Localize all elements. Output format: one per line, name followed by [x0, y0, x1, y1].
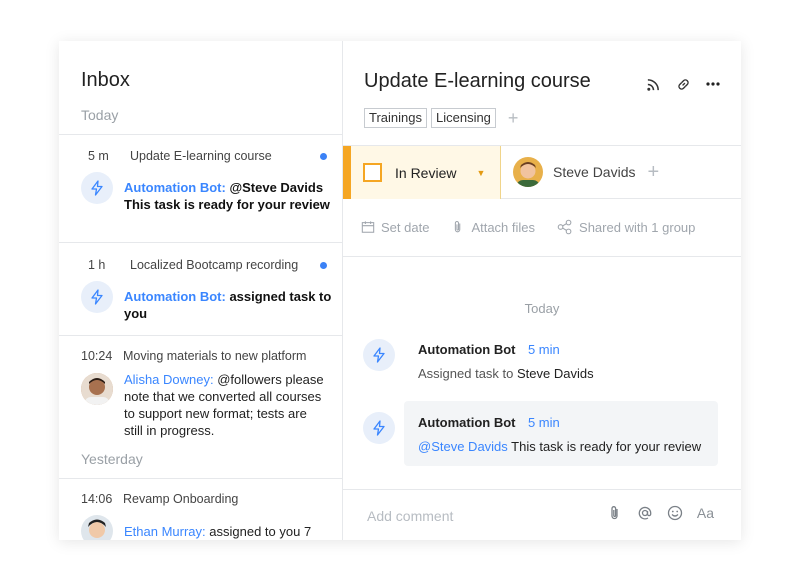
inbox-title: Inbox: [81, 69, 130, 91]
divider: [59, 134, 342, 135]
divider: [343, 256, 741, 257]
avatar: [81, 515, 113, 540]
item-meta: 1 h Localized Bootcamp recording: [88, 258, 298, 272]
activity-item: Automation Bot 5 min Assigned task to St…: [418, 341, 594, 381]
more-icon[interactable]: [705, 76, 721, 92]
activity-text-prefix: Assigned task to: [418, 366, 514, 381]
link-icon[interactable]: [675, 76, 691, 92]
item-body: assigned to you 7: [209, 524, 312, 539]
task-title: Update E-learning course: [364, 70, 591, 92]
divider: [343, 489, 741, 490]
section-yesterday: Yesterday: [81, 451, 143, 467]
paperclip-icon: [455, 221, 461, 233]
emoji-icon[interactable]: [667, 505, 683, 521]
assignee[interactable]: Steve Davids +: [513, 157, 659, 187]
inbox-panel: Inbox Today 5 m Update E-learning course …: [59, 41, 342, 540]
item-title: Revamp Onboarding: [123, 492, 239, 506]
item-time: 14:06: [81, 492, 113, 506]
comment-toolbar: Aa: [607, 505, 714, 521]
bolt-icon: [363, 412, 395, 444]
item-time: 10:24: [81, 349, 113, 363]
rss-icon[interactable]: [645, 76, 661, 92]
add-tag-button[interactable]: +: [508, 109, 519, 127]
tag[interactable]: Licensing: [430, 108, 496, 128]
item-message: Automation Bot: @Steve Davids This task …: [124, 179, 334, 213]
item-body: This task is ready for your review: [124, 197, 330, 212]
tag-list: Trainings Licensing +: [364, 108, 518, 128]
assignee-name: Steve Davids: [553, 164, 636, 180]
activity-assignee: Steve Davids: [517, 366, 594, 381]
task-detail-panel: Update E-learning course Trainings Licen…: [343, 41, 741, 540]
add-assignee-button[interactable]: +: [647, 162, 659, 182]
set-date-label: Set date: [381, 219, 430, 235]
activity-author: Automation Bot: [418, 415, 516, 430]
activity-mention[interactable]: @Steve Davids: [418, 439, 508, 454]
attach-files-label: Attach files: [471, 219, 536, 235]
activity-day-label: Today: [524, 301, 560, 316]
share-button[interactable]: Shared with 1 group: [557, 219, 695, 235]
status-checkbox[interactable]: [363, 163, 382, 182]
item-meta: 10:24 Moving materials to new platform: [81, 349, 306, 363]
unread-dot: [320, 262, 327, 269]
set-date-button[interactable]: Set date: [361, 220, 429, 235]
activity-text: @Steve Davids This task is ready for you…: [418, 439, 701, 454]
tag[interactable]: Trainings: [364, 108, 427, 128]
header-actions: [645, 76, 721, 92]
share-icon: [557, 219, 572, 235]
comment-input[interactable]: Add comment: [367, 508, 453, 524]
item-message: Ethan Murray: assigned to you 7: [124, 523, 336, 540]
item-author: Automation Bot:: [124, 289, 226, 304]
activity-message: This task is ready for your review: [507, 439, 702, 454]
attach-files-button[interactable]: Attach files: [451, 220, 535, 235]
divider: [59, 242, 342, 243]
activity-author: Automation Bot: [418, 342, 516, 357]
item-author: Automation Bot:: [124, 180, 226, 195]
item-message: Alisha Downey: @followers please note th…: [124, 371, 336, 439]
item-time: 5 m: [88, 149, 109, 163]
item-body: @followers please: [217, 372, 324, 387]
status-row: In Review ▼ Steve Davids +: [343, 145, 741, 199]
item-title: Update E-learning course: [130, 149, 272, 163]
activity-time: 5 min: [527, 342, 560, 357]
item-body: to support new format; tests are: [124, 406, 307, 421]
status-dropdown[interactable]: In Review ▼: [343, 146, 501, 199]
mention-icon[interactable]: [637, 505, 653, 521]
item-meta: 5 m Update E-learning course: [88, 149, 272, 163]
bolt-icon: [81, 172, 113, 204]
item-message: Automation Bot: assigned task to you: [124, 288, 334, 322]
activity-item: Automation Bot 5 min @Steve Davids This …: [418, 414, 701, 454]
avatar: [513, 157, 543, 187]
divider: [59, 335, 342, 336]
activity-text: Assigned task to Steve Davids: [418, 366, 594, 381]
task-actions: Set date Attach files Shared with 1 grou…: [361, 219, 695, 235]
item-title: Moving materials to new platform: [123, 349, 307, 363]
item-body: note that we converted all courses: [124, 389, 322, 404]
text-format-button[interactable]: Aa: [697, 505, 714, 521]
item-author: Ethan Murray:: [124, 524, 206, 539]
divider: [59, 478, 342, 479]
item-time: 1 h: [88, 258, 106, 272]
item-author: Alisha Downey:: [124, 372, 214, 387]
item-mention: @Steve Davids: [229, 180, 324, 195]
inbox-app: Inbox Today 5 m Update E-learning course …: [59, 41, 741, 540]
section-today: Today: [81, 107, 119, 123]
item-meta: 14:06 Revamp Onboarding: [81, 492, 238, 506]
bolt-icon: [363, 339, 395, 371]
item-title: Localized Bootcamp recording: [130, 258, 299, 272]
shared-label: Shared with 1 group: [579, 219, 696, 235]
activity-time: 5 min: [527, 415, 560, 430]
caret-down-icon: ▼: [476, 167, 486, 178]
paperclip-icon[interactable]: [607, 505, 623, 521]
avatar: [81, 373, 113, 405]
status-label: In Review: [395, 164, 457, 181]
item-body: still in progress.: [124, 423, 215, 438]
calendar-icon: [361, 221, 375, 233]
bolt-icon: [81, 281, 113, 313]
unread-dot: [320, 153, 327, 160]
